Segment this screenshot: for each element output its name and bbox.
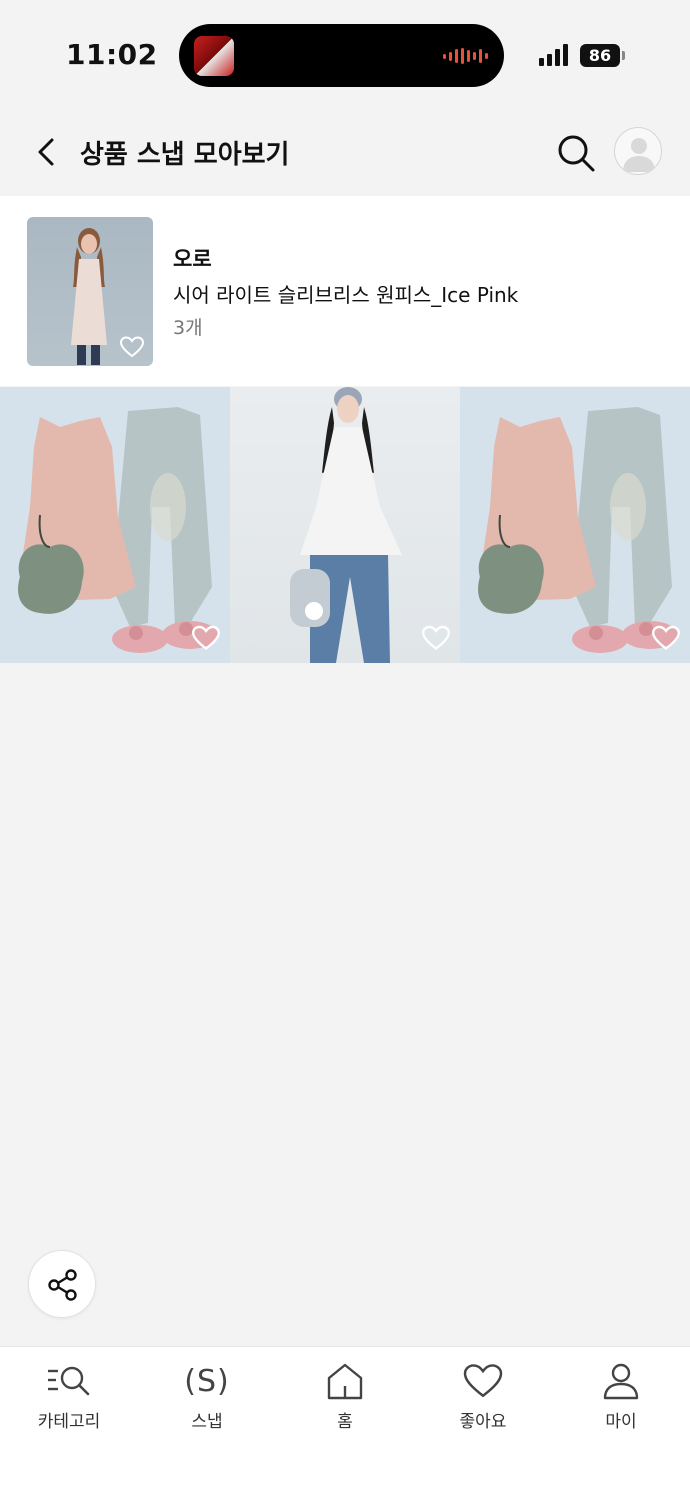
thumbnail-like-icon[interactable] [120,336,144,358]
snap-tile[interactable] [0,387,230,663]
page-title: 상품 스냅 모아보기 [80,140,290,170]
snap-like-icon[interactable] [422,625,450,651]
battery-tip [622,51,625,60]
product-thumbnail[interactable] [27,217,153,366]
status-time: 11:02 [66,38,158,71]
status-bar: 11:02 86 [0,0,690,110]
snap-tile[interactable] [230,387,460,663]
snap-image-flatlay [478,407,678,653]
search-icon [558,135,595,172]
back-button[interactable] [30,132,66,172]
product-brand[interactable]: 오로 [173,243,212,273]
snap-like-icon[interactable] [652,625,680,651]
share-icon [48,1269,77,1301]
tab-label: 홈 [337,1412,353,1432]
heart-icon [459,1361,507,1401]
home-icon [321,1361,369,1401]
tab-label: 좋아요 [459,1412,507,1432]
snap-count: 3개 [173,317,203,339]
product-name[interactable]: 시어 라이트 슬리브리스 원피스_Ice Pink [173,279,518,308]
tab-my[interactable]: 마이 [552,1347,690,1500]
tab-home[interactable]: 홈 [276,1347,414,1500]
app-header: 상품 스냅 모아보기 [0,110,690,196]
snap-grid [0,387,690,663]
tab-label: 카테고리 [37,1412,101,1432]
bottom-navigation: 카테고리 (S) 스냅 홈 좋아요 마이 [0,1346,690,1500]
tab-category[interactable]: 카테고리 [0,1347,138,1500]
tab-snap[interactable]: (S) 스냅 [138,1347,276,1500]
dynamic-island[interactable] [179,24,504,87]
search-button[interactable] [555,132,597,174]
battery-indicator: 86 [580,44,620,67]
audio-waveform-icon [443,48,488,64]
share-button[interactable] [28,1250,96,1318]
snap-tile[interactable] [460,387,690,663]
snap-icon: (S) [184,1363,230,1399]
profile-avatar-button[interactable] [614,127,662,175]
category-search-icon [45,1361,93,1401]
snap-image-model [290,387,402,663]
person-icon [597,1361,645,1401]
tab-likes[interactable]: 좋아요 [414,1347,552,1500]
snap-image-flatlay [18,407,218,653]
chevron-left-icon [38,138,54,166]
user-avatar-icon [623,138,655,172]
now-playing-artwork [194,36,234,76]
tab-label: 스냅 [191,1412,223,1432]
tab-label: 마이 [605,1412,637,1432]
product-card[interactable]: 오로 시어 라이트 슬리브리스 원피스_Ice Pink 3개 [0,196,690,386]
snap-like-icon[interactable] [192,625,220,651]
cellular-signal-icon [539,44,568,66]
